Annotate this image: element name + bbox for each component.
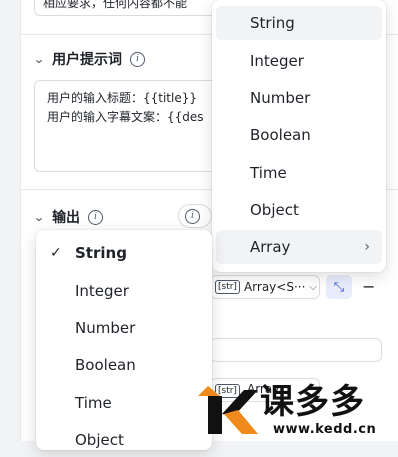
dropdown-option-integer[interactable]: Integer — [216, 44, 382, 78]
remove-field-button[interactable]: − — [362, 275, 375, 299]
output-title: 输出 — [52, 210, 81, 226]
chevron-right-icon: › — [364, 239, 370, 255]
user-prompt-header[interactable]: ⌄ 用户提示词 i — [33, 48, 146, 70]
dropdown-option-boolean[interactable]: Boolean — [40, 348, 208, 382]
dropdown-option-number[interactable]: Number — [216, 81, 382, 115]
dropdown-option-string[interactable]: ✓ String — [40, 236, 208, 270]
type-dropdown-left: ✓ String Integer Number Boolean Time Obj… — [36, 230, 212, 450]
info-icon[interactable]: i — [88, 209, 104, 225]
output-type-select[interactable]: [str] Array<S··· ⌵ — [210, 275, 320, 299]
output-format-button[interactable]: i — [178, 204, 212, 228]
check-icon: ✓ — [50, 245, 62, 261]
dropdown-option-time[interactable]: Time — [216, 156, 382, 190]
output-header[interactable]: ⌄ 输出 i — [33, 206, 104, 228]
dropdown-option-object[interactable]: Object — [216, 193, 382, 227]
user-prompt-title: 用户提示词 — [52, 52, 123, 68]
field-description-input[interactable] — [210, 338, 382, 362]
watermark: 课多多 www.kedd.cn — [198, 378, 398, 441]
dropdown-option-number[interactable]: Number — [40, 311, 208, 345]
dropdown-option-string[interactable]: String — [216, 6, 382, 40]
info-icon[interactable]: i — [130, 51, 146, 67]
dropdown-option-object[interactable]: Object — [40, 423, 208, 457]
info-icon: i — [185, 208, 200, 224]
chevron-down-icon: ⌵ — [309, 281, 317, 293]
dropdown-option-array[interactable]: Array › — [216, 230, 382, 264]
chevron-down-icon[interactable]: ⌄ — [33, 210, 45, 224]
watermark-url: www.kedd.cn — [273, 422, 377, 437]
chevron-down-icon[interactable]: ⌄ — [33, 52, 45, 66]
dropdown-option-integer[interactable]: Integer — [40, 274, 208, 308]
dropdown-option-time[interactable]: Time — [40, 386, 208, 420]
watermark-title: 课多多 — [260, 382, 365, 422]
type-select-value: Array<S··· — [243, 280, 306, 294]
dropdown-option-boolean[interactable]: Boolean — [216, 118, 382, 152]
string-type-tag: [str] — [215, 280, 240, 294]
type-dropdown-top: String Integer Number Boolean Time Objec… — [212, 0, 386, 272]
collapse-icon[interactable]: ⤡ — [326, 275, 352, 299]
system-prompt-textarea[interactable]: 相应要求，任何内容都不能 — [34, 0, 234, 16]
